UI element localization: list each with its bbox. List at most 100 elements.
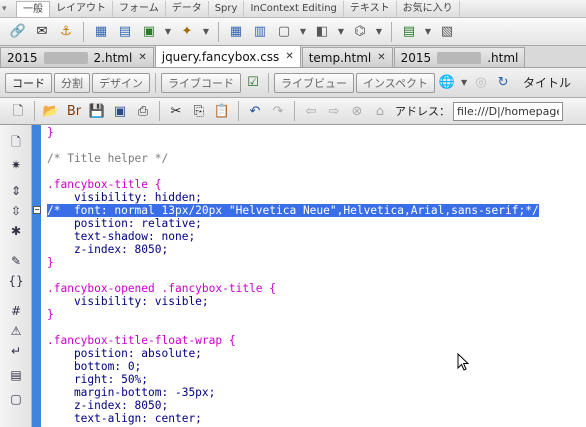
- chevron-down-icon[interactable]: ▼: [298, 22, 308, 42]
- div-icon[interactable]: ▤: [115, 22, 135, 42]
- document-tab-label-suffix: .html: [487, 50, 519, 65]
- balance-braces-icon[interactable]: {}: [8, 273, 24, 289]
- tab-spry[interactable]: Spry: [209, 0, 245, 17]
- collapse-icon[interactable]: −: [33, 206, 41, 214]
- code-view-button[interactable]: コード: [5, 72, 52, 93]
- tab-layout[interactable]: レイアウト: [50, 0, 113, 17]
- code-line: .fancybox-opened .fancybox-title {: [47, 282, 277, 295]
- tag-chooser-icon[interactable]: ▧: [437, 22, 457, 42]
- open-folder-icon[interactable]: 📂: [41, 101, 61, 121]
- highlight-invalid-code-icon[interactable]: ⚠: [8, 323, 24, 339]
- chevron-down-icon[interactable]: ▼: [336, 22, 346, 42]
- code-line: text-align: center;: [47, 412, 202, 425]
- script-icon[interactable]: ⌬: [350, 22, 370, 42]
- document-tab-label-prefix: 2015: [7, 50, 38, 65]
- design-view-button[interactable]: デザイン: [92, 72, 150, 93]
- chevron-down-icon[interactable]: ▼: [423, 22, 433, 42]
- document-tab-label: jquery.fancybox.css: [161, 49, 280, 64]
- document-tab-active[interactable]: jquery.fancybox.css ✕: [154, 45, 301, 67]
- title-label: タイトル: [523, 76, 572, 90]
- collapse-full-tag-icon[interactable]: ⇕: [8, 183, 24, 199]
- image-icon[interactable]: ▣: [139, 22, 159, 42]
- close-icon[interactable]: ✕: [138, 52, 146, 63]
- tab-common[interactable]: 一般: [16, 0, 50, 17]
- code-editor[interactable]: } /* Title helper */ .fancybox-title { v…: [33, 125, 586, 427]
- print-icon[interactable]: ⎙: [133, 101, 153, 121]
- email-link-icon[interactable]: ✉: [32, 22, 52, 42]
- tab-incontext-editing[interactable]: InContext Editing: [244, 0, 344, 17]
- undo-icon[interactable]: ↶: [245, 101, 265, 121]
- code-line: }: [47, 126, 54, 139]
- table-icon[interactable]: ▦: [91, 22, 111, 42]
- refresh-icon[interactable]: ↻: [493, 73, 513, 93]
- code-line: position: relative;: [47, 217, 202, 230]
- select-parent-tag-icon[interactable]: ✎: [8, 253, 24, 269]
- code-line: margin-bottom: -35px;: [47, 386, 216, 399]
- copy-icon[interactable]: ⎘: [189, 101, 209, 121]
- address-label: アドレス：: [395, 105, 450, 118]
- separator: [238, 101, 239, 121]
- line-numbers-icon[interactable]: #: [8, 303, 24, 319]
- date-icon[interactable]: ▦: [226, 22, 246, 42]
- document-tab-4[interactable]: 2015 .html: [393, 47, 526, 67]
- tab-forms[interactable]: フォーム: [113, 0, 166, 17]
- home-icon[interactable]: ⌂: [370, 101, 390, 121]
- blurred-filename: [43, 51, 88, 64]
- show-code-navigator-icon[interactable]: ✷: [8, 157, 24, 173]
- close-icon[interactable]: ✕: [377, 52, 385, 63]
- apply-comment-icon[interactable]: ▢: [8, 391, 24, 407]
- forward-icon[interactable]: ⇨: [324, 101, 344, 121]
- live-code-button[interactable]: ライブコード: [161, 72, 241, 93]
- chevron-down-icon[interactable]: ▼: [201, 22, 211, 42]
- word-wrap-icon[interactable]: ↵: [8, 343, 24, 359]
- document-tab-3[interactable]: temp.html ✕: [301, 47, 393, 67]
- inspect-button[interactable]: インスペクト: [356, 72, 436, 93]
- selection-gutter-strip: [32, 125, 41, 427]
- save-all-icon[interactable]: ▣: [110, 101, 130, 121]
- standard-toolbar: 🗋 📂 Br 💾 ▣ ⎙ ✂ ⎘ 📋 ↶ ↷ ⇦ ⇨ ⊗ ⌂ アドレス：: [0, 98, 586, 125]
- tab-data[interactable]: データ: [166, 0, 209, 17]
- tab-text[interactable]: テキスト: [344, 0, 397, 17]
- chevron-down-icon[interactable]: ▼: [374, 22, 384, 42]
- insert-bar-tabs: ▾ 一般 レイアウト フォーム データ Spry InContext Editi…: [0, 0, 586, 18]
- anchor-icon[interactable]: ⚓: [56, 22, 76, 42]
- globe-icon[interactable]: 🌐: [437, 73, 457, 93]
- chevron-down-icon[interactable]: ▼: [459, 73, 469, 93]
- code-line: position: absolute;: [47, 347, 202, 360]
- separator: [268, 72, 269, 93]
- close-icon[interactable]: ✕: [285, 51, 293, 62]
- document-tab-1[interactable]: 2015 2.html ✕: [0, 47, 154, 67]
- code-line: .fancybox-title-float-wrap {: [47, 334, 236, 347]
- cut-icon[interactable]: ✂: [166, 101, 186, 121]
- browse-in-bridge-icon[interactable]: Br: [64, 101, 84, 121]
- live-view-button[interactable]: ライブビュー: [274, 72, 354, 93]
- templates-icon[interactable]: ▤: [399, 22, 419, 42]
- chevron-down-icon[interactable]: ▼: [163, 22, 173, 42]
- code-line: }: [47, 308, 54, 321]
- comment-icon[interactable]: ▢: [274, 22, 294, 42]
- code-line: z-index: 8050;: [47, 243, 169, 256]
- paste-icon[interactable]: 📋: [212, 101, 232, 121]
- media-icon[interactable]: ✦: [177, 22, 197, 42]
- back-icon[interactable]: ⇦: [301, 101, 321, 121]
- server-include-icon[interactable]: ▥: [250, 22, 270, 42]
- open-documents-icon[interactable]: 🗋: [8, 135, 24, 151]
- head-icon[interactable]: ◧: [312, 22, 332, 42]
- collapse-selection-icon[interactable]: ⇳: [8, 203, 24, 219]
- new-document-icon[interactable]: 🗋: [8, 101, 28, 121]
- mouse-pointer-icon: [457, 353, 469, 371]
- tab-favorites[interactable]: お気に入り: [397, 0, 460, 17]
- separator: [159, 101, 160, 121]
- code-line: }: [47, 256, 54, 269]
- chevron-down-icon[interactable]: ▾: [2, 2, 16, 16]
- split-view-button[interactable]: 分割: [54, 72, 90, 93]
- hyperlink-icon[interactable]: 🔗: [8, 22, 28, 42]
- stop-icon[interactable]: ⊗: [347, 101, 367, 121]
- expand-all-icon[interactable]: ✱: [8, 223, 24, 239]
- redo-icon[interactable]: ↷: [268, 101, 288, 121]
- address-input[interactable]: [453, 101, 563, 121]
- code-line: .fancybox-title {: [47, 178, 162, 191]
- syntax-coloring-icon[interactable]: ▤: [8, 367, 24, 383]
- check-page-icon[interactable]: ☑: [243, 73, 263, 93]
- save-icon[interactable]: 💾: [87, 101, 107, 121]
